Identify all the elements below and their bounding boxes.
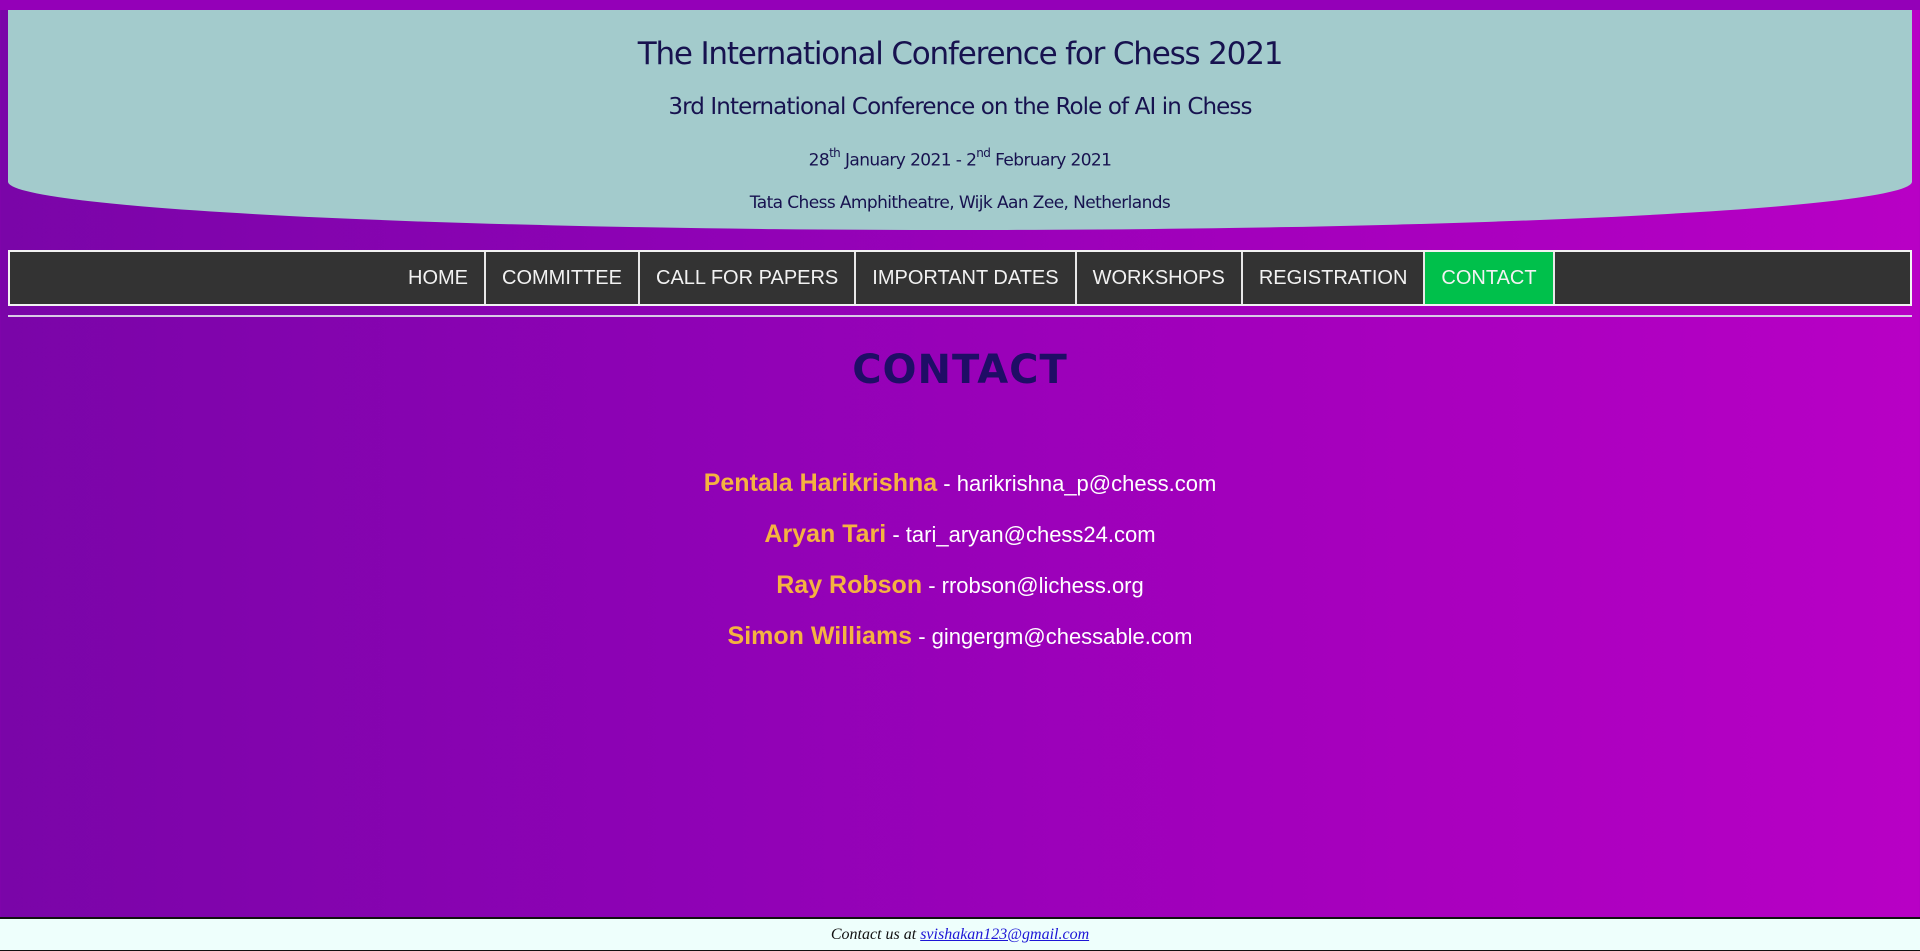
nav-item-home[interactable]: HOME — [392, 252, 486, 304]
start-day-suffix: th — [829, 146, 841, 160]
end-day-suffix: nd — [976, 146, 991, 160]
top-band — [0, 0, 1920, 10]
contact-item: Aryan Tari - tari_aryan@chess24.com — [0, 520, 1920, 571]
dates-middle: January 2021 - 2 — [845, 150, 977, 171]
footer-email-link[interactable]: svishakan123@gmail.com — [920, 926, 1089, 943]
conference-dates: 28th January 2021 - 2nd February 2021 — [8, 146, 1912, 171]
contact-item: Simon Williams - gingergm@chessable.com — [0, 622, 1920, 673]
page-footer: Contact us at svishakan123@gmail.com — [0, 917, 1920, 951]
contact-list: Pentala Harikrishna - harikrishna_p@ches… — [0, 469, 1920, 673]
contact-name: Pentala Harikrishna — [703, 469, 938, 497]
nav-item-workshops[interactable]: WORKSHOPS — [1077, 252, 1243, 304]
contact-name: Simon Williams — [727, 622, 913, 650]
contact-separator: - — [922, 573, 942, 598]
footer-text: Contact us at — [830, 926, 921, 943]
contact-name: Ray Robson — [776, 571, 923, 599]
contact-name: Aryan Tari — [764, 520, 887, 548]
conference-title: The International Conference for Chess 2… — [637, 36, 1284, 72]
nav-item-contact[interactable]: CONTACT — [1425, 252, 1555, 304]
contact-email: tari_aryan@chess24.com — [905, 522, 1156, 547]
nav-item-important-dates[interactable]: IMPORTANT DATES — [856, 252, 1077, 304]
contact-item: Ray Robson - rrobson@lichess.org — [0, 571, 1920, 622]
start-day: 28 — [808, 150, 830, 171]
page-title: CONTACT — [852, 347, 1068, 393]
horizontal-divider — [8, 315, 1912, 317]
contact-separator: - — [937, 471, 957, 496]
contact-separator: - — [912, 624, 932, 649]
contact-email: harikrishna_p@chess.com — [956, 471, 1217, 496]
nav-item-registration[interactable]: REGISTRATION — [1243, 252, 1426, 304]
nav-item-committee[interactable]: COMMITTEE — [486, 252, 640, 304]
contact-email: rrobson@lichess.org — [941, 573, 1144, 598]
site-header: The International Conference for Chess 2… — [8, 10, 1912, 230]
dates-end: February 2021 — [995, 150, 1112, 171]
conference-venue: Tata Chess Amphitheatre, Wijk Aan Zee, N… — [749, 193, 1171, 213]
conference-subtitle: 3rd International Conference on the Role… — [668, 94, 1252, 120]
nav-items: HOME COMMITTEE CALL FOR PAPERS IMPORTANT… — [392, 252, 1555, 304]
contact-separator: - — [886, 522, 906, 547]
main-navigation: HOME COMMITTEE CALL FOR PAPERS IMPORTANT… — [8, 250, 1912, 306]
contact-email: gingergm@chessable.com — [931, 624, 1193, 649]
nav-item-call-for-papers[interactable]: CALL FOR PAPERS — [640, 252, 857, 304]
contact-item: Pentala Harikrishna - harikrishna_p@ches… — [0, 469, 1920, 520]
